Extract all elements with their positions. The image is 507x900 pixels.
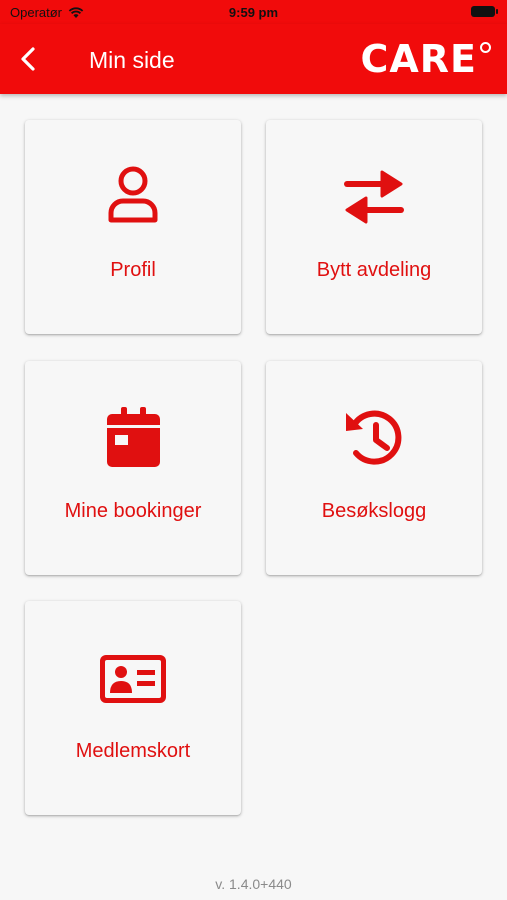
app-version: v. 1.4.0+440 [215, 876, 292, 892]
tile-mine-bookinger[interactable]: Mine bookinger [25, 361, 241, 575]
tile-label: Besøkslogg [321, 500, 427, 522]
tile-besokslogg[interactable]: Besøkslogg [266, 361, 482, 575]
history-icon [346, 410, 402, 465]
status-time: 9:59 pm [228, 5, 279, 20]
person-icon [108, 166, 158, 223]
page-title: Min side [89, 47, 175, 73]
tile-label: Medlemskort [75, 740, 191, 762]
app-header: Min side CARE [0, 24, 507, 94]
tile-medlemskort[interactable]: Medlemskort [25, 601, 241, 815]
id-card-icon [100, 655, 166, 703]
tile-label: Profil [110, 259, 156, 281]
brand-logo-ring [480, 42, 491, 53]
tile-profil[interactable]: Profil [25, 120, 241, 334]
back-button[interactable] [18, 46, 40, 72]
swap-arrows-icon [344, 170, 404, 224]
status-bar: Operatør 9:59 pm [0, 0, 507, 24]
tile-bytt-avdeling[interactable]: Bytt avdeling [266, 120, 482, 334]
tile-label: Bytt avdeling [316, 259, 432, 281]
brand-logo: CARE [360, 37, 477, 81]
calendar-icon [107, 407, 160, 467]
battery-icon [471, 6, 498, 17]
tile-label: Mine bookinger [64, 500, 202, 522]
